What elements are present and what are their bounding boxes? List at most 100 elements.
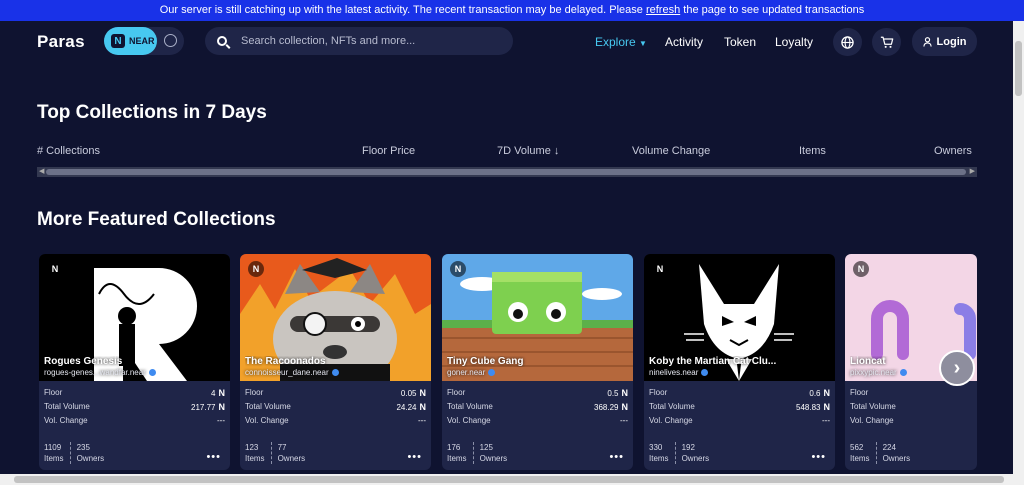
cart-button[interactable] [872, 28, 901, 56]
floor-label: Floor [649, 388, 668, 397]
verified-icon [331, 369, 339, 376]
volume-row: Total Volume 24.24 N [245, 402, 426, 412]
change-label: Vol. Change [649, 416, 693, 425]
search-icon [217, 36, 227, 46]
horizontal-scroll-thumb[interactable] [14, 476, 1004, 483]
search-bar[interactable] [205, 27, 513, 55]
col-items[interactable]: Items [799, 145, 826, 157]
volume-value: 548.83 [796, 402, 821, 412]
owners-count: 235 [76, 443, 90, 452]
near-badge-icon: N [47, 261, 63, 277]
volume-value: 217.77 [191, 402, 216, 412]
table-horizontal-scrollbar[interactable]: ◀ ▶ [37, 167, 977, 177]
floor-value: 4 [211, 388, 216, 398]
more-options-icon[interactable]: ••• [609, 451, 624, 463]
collection-stats: 123 Items 77 Owners [245, 442, 305, 464]
paras-logo[interactable]: Paras [37, 32, 85, 52]
near-currency-icon: N [218, 402, 226, 412]
menu-explore-label: Explore [595, 35, 636, 49]
change-value: --- [418, 416, 426, 425]
page-horizontal-scrollbar[interactable] [0, 474, 1013, 485]
change-label: Vol. Change [850, 416, 894, 425]
items-label: Items [649, 454, 669, 463]
collection-card[interactable]: N Koby the Martian Cat Clu... ninelives.… [644, 254, 835, 470]
change-value: --- [217, 416, 225, 425]
volume-row: Total Volume 217.77 N [44, 402, 225, 412]
change-label: Vol. Change [245, 416, 289, 425]
collection-name: Tiny Cube Gang [447, 356, 524, 367]
collection-owner[interactable]: ninelives.near [649, 368, 709, 377]
scroll-left-arrow-icon[interactable]: ◀ [39, 167, 44, 177]
collection-card[interactable]: N The Racoonados connoisseur_dane.near F… [240, 254, 431, 470]
floor-value: 0.6 [809, 388, 821, 398]
menu-activity[interactable]: Activity [665, 35, 703, 49]
floor-row: Floor 0.5 N [447, 388, 628, 398]
featured-collections-title: More Featured Collections [37, 209, 276, 230]
collection-stats: 176 Items 125 Owners [447, 442, 507, 464]
floor-value: 0.05 [400, 388, 417, 398]
vertical-scroll-thumb[interactable] [1015, 41, 1022, 96]
items-label: Items [447, 454, 467, 463]
refresh-link[interactable]: refresh [646, 4, 680, 16]
globe-icon [841, 35, 854, 49]
verified-icon [148, 369, 156, 376]
login-button[interactable]: Login [912, 27, 977, 56]
collection-owner[interactable]: goner.near [447, 368, 496, 377]
page-vertical-scrollbar[interactable] [1013, 21, 1024, 485]
near-network-button[interactable]: N NEAR [104, 27, 157, 55]
owner-name: connoisseur_dane.near [245, 368, 329, 377]
table-scroll-thumb[interactable] [46, 169, 966, 175]
other-network-icon[interactable] [164, 34, 177, 47]
collection-owner[interactable]: pixxypic.near [850, 368, 907, 377]
near-currency-icon: N [823, 388, 831, 398]
verified-icon [488, 369, 496, 376]
col-volume-change[interactable]: Volume Change [632, 145, 710, 157]
server-delay-banner: Our server is still catching up with the… [0, 0, 1024, 21]
menu-explore[interactable]: Explore ▼ [595, 35, 647, 49]
volume-label: Total Volume [245, 402, 291, 411]
menu-loyalty[interactable]: Loyalty [775, 35, 813, 49]
change-value: --- [822, 416, 830, 425]
volume-label: Total Volume [850, 402, 896, 411]
volume-row: Total Volume [850, 402, 972, 411]
collection-name: The Racoonados [245, 356, 326, 367]
more-options-icon[interactable]: ••• [811, 451, 826, 463]
caret-down-icon: ▼ [639, 39, 647, 48]
near-currency-icon: N [621, 402, 629, 412]
near-label: NEAR [129, 36, 155, 46]
col-floor-price[interactable]: Floor Price [362, 145, 415, 157]
more-options-icon[interactable]: ••• [407, 451, 422, 463]
chevron-right-icon: › [953, 356, 961, 379]
floor-row: Floor 0.05 N [245, 388, 426, 398]
language-button[interactable] [833, 28, 862, 56]
collection-card[interactable]: N Rogues Genesis rogues-genes...wandfar.… [39, 254, 230, 470]
owners-label: Owners [681, 454, 710, 463]
items-count: 1109 [44, 443, 62, 452]
carousel-next-button[interactable]: › [939, 350, 975, 386]
search-input[interactable] [241, 35, 501, 47]
more-options-icon[interactable]: ••• [206, 451, 221, 463]
items-count: 562 [850, 443, 864, 452]
change-row: Vol. Change --- [447, 416, 628, 425]
volume-label: Total Volume [649, 402, 695, 411]
col-7d-volume[interactable]: 7D Volume ↓ [497, 145, 559, 157]
col-collections: # Collections [37, 145, 100, 157]
floor-row: Floor [850, 388, 972, 397]
volume-value: 368.29 [594, 402, 619, 412]
collection-owner[interactable]: connoisseur_dane.near [245, 368, 339, 377]
volume-label: Total Volume [44, 402, 90, 411]
owners-count: 125 [479, 443, 493, 452]
change-label: Vol. Change [447, 416, 491, 425]
volume-row: Total Volume 368.29 N [447, 402, 628, 412]
menu-token[interactable]: Token [724, 35, 756, 49]
banner-text-after: the page to see updated transactions [680, 4, 865, 16]
scroll-right-arrow-icon[interactable]: ▶ [970, 167, 975, 177]
network-switch[interactable]: N NEAR [104, 27, 184, 55]
col-owners[interactable]: Owners [934, 145, 972, 157]
change-row: Vol. Change --- [44, 416, 225, 425]
floor-label: Floor [447, 388, 466, 397]
collection-owner[interactable]: rogues-genes...wandfar.near [44, 368, 156, 377]
collection-card[interactable]: N Tiny Cube Gang goner.near Floor 0.5 N To… [442, 254, 633, 470]
owners-count: 77 [277, 443, 287, 452]
collection-name: Koby the Martian Cat Clu... [649, 356, 777, 367]
